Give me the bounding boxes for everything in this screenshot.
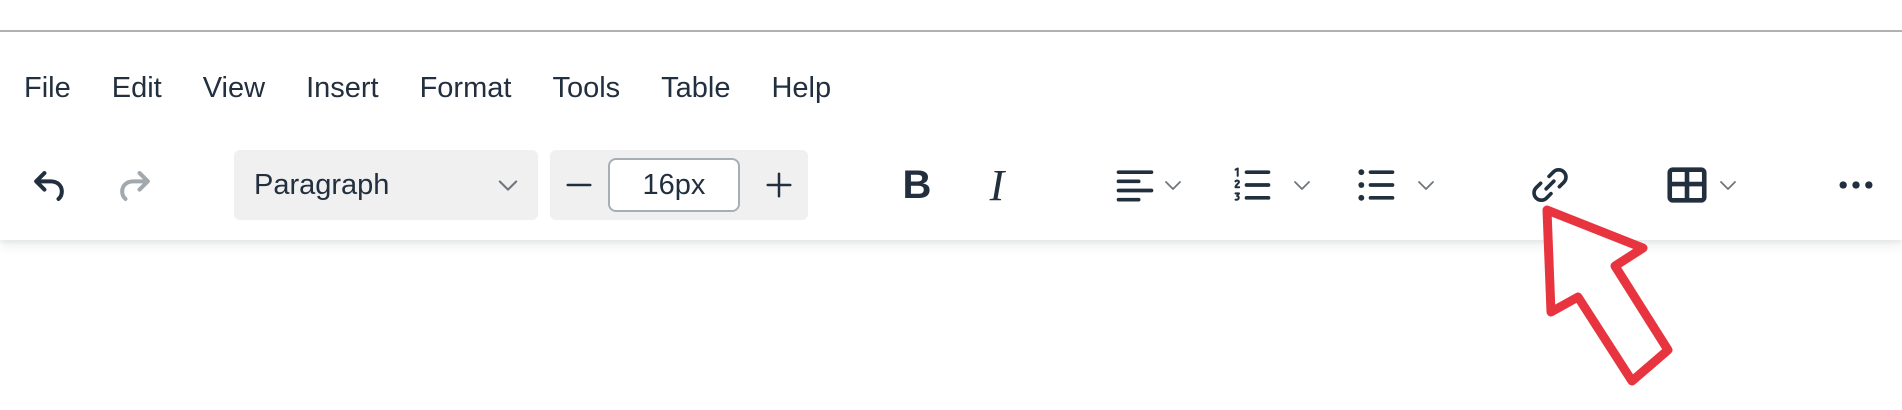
italic-icon: I: [989, 160, 1005, 210]
bold-icon: B: [902, 162, 932, 207]
italic-button[interactable]: I: [964, 150, 1030, 220]
font-size-decrease-button[interactable]: [554, 150, 604, 220]
menu-insert[interactable]: Insert: [298, 66, 387, 111]
chevron-down-icon: [1290, 173, 1314, 197]
menu-table[interactable]: Table: [653, 66, 738, 111]
menu-view[interactable]: View: [195, 66, 273, 111]
bullet-list-icon: [1354, 163, 1398, 207]
minus-icon: [564, 170, 594, 200]
menu-tools[interactable]: Tools: [544, 66, 628, 111]
redo-icon: [113, 163, 157, 207]
top-border: [0, 0, 1902, 32]
undo-button[interactable]: [14, 150, 84, 220]
more-button[interactable]: [1828, 150, 1884, 220]
block-format-value: Paragraph: [254, 168, 390, 201]
plus-icon: [764, 170, 794, 200]
align-button[interactable]: [1104, 150, 1194, 220]
chevron-down-icon: [494, 171, 522, 199]
chevron-down-icon: [1716, 173, 1740, 197]
chevron-down-icon: [1414, 173, 1438, 197]
numbered-list-button[interactable]: [1222, 150, 1322, 220]
menubar: File Edit View Insert Format Tools Table…: [0, 32, 864, 144]
block-format-select[interactable]: Paragraph: [234, 150, 538, 220]
font-size-increase-button[interactable]: [752, 150, 806, 220]
undo-icon: [27, 163, 71, 207]
redo-button[interactable]: [100, 150, 170, 220]
bullet-list-button[interactable]: [1346, 150, 1446, 220]
red-arrow-pointer-icon: [1520, 200, 1680, 405]
menu-help[interactable]: Help: [763, 66, 839, 111]
numbered-list-icon: [1230, 163, 1274, 207]
align-left-icon: [1113, 163, 1157, 207]
menu-format[interactable]: Format: [412, 66, 520, 111]
font-size-input[interactable]: 16px: [608, 158, 740, 212]
more-horizontal-icon: [1834, 163, 1878, 207]
menu-file[interactable]: File: [16, 66, 79, 111]
editor-frame: File Edit View Insert Format Tools Table…: [0, 0, 1902, 410]
chevron-down-icon: [1161, 173, 1185, 197]
bold-button[interactable]: B: [884, 150, 950, 220]
menu-edit[interactable]: Edit: [104, 66, 170, 111]
